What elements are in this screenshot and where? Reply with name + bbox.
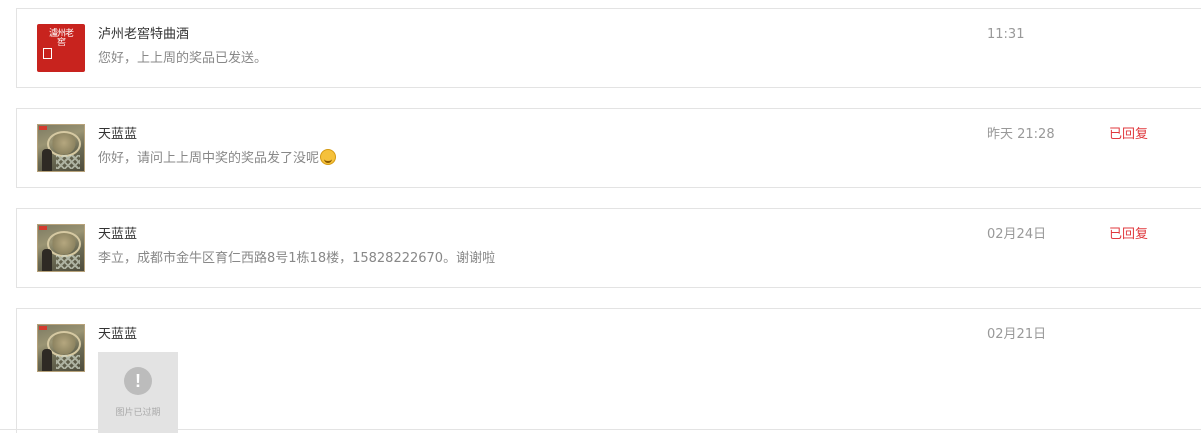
- sender-name[interactable]: 天蓝蓝: [98, 125, 137, 145]
- message-preview-row: 你好，请问上上周中奖的奖品发了没呢: [98, 149, 337, 169]
- brand-seal-icon: [43, 48, 52, 59]
- expired-image-label: 图片已过期: [115, 408, 161, 418]
- avatar-brand-logo[interactable]: 瀘州老窖: [37, 24, 85, 72]
- message-time: 02月24日: [987, 227, 1047, 242]
- conversation-item[interactable]: 天蓝蓝 ! 图片已过期 02月21日: [16, 308, 1201, 433]
- status-replied-badge: 已回复: [1109, 227, 1149, 242]
- message-list: 瀘州老窖 泸州老窖特曲酒 您好，上上周的奖品已发送。 11:31 天蓝蓝 你好，…: [0, 0, 1201, 433]
- message-preview: 李立，成都市金牛区育仁西路8号1栋18楼，15828222670。谢谢啦: [98, 251, 496, 266]
- sender-name[interactable]: 泸州老窖特曲酒: [98, 25, 189, 45]
- conversation-item[interactable]: 瀘州老窖 泸州老窖特曲酒 您好，上上周的奖品已发送。 11:31: [16, 8, 1201, 88]
- avatar-photo-flag: [39, 326, 47, 330]
- expired-image-placeholder[interactable]: ! 图片已过期: [98, 352, 178, 433]
- message-preview: 你好，请问上上周中奖的奖品发了没呢: [98, 151, 320, 166]
- avatar-photo-net: [56, 355, 80, 369]
- status-replied-badge: 已回复: [1109, 127, 1149, 142]
- sender-name[interactable]: 天蓝蓝: [98, 225, 137, 245]
- avatar-photo-person: [42, 249, 52, 271]
- avatar-photo-net: [56, 255, 80, 269]
- avatar-user-photo[interactable]: [37, 324, 85, 372]
- brand-logo-text: 瀘州老窖: [49, 29, 74, 48]
- message-time: 02月21日: [987, 327, 1047, 342]
- list-bottom-divider: [0, 429, 1201, 430]
- avatar-photo-person: [42, 349, 52, 371]
- avatar-photo-hoop: [47, 331, 81, 357]
- avatar-user-photo[interactable]: [37, 124, 85, 172]
- sender-name[interactable]: 天蓝蓝: [98, 325, 137, 345]
- message-preview: 您好，上上周的奖品已发送。: [98, 51, 268, 66]
- conversation-item[interactable]: 天蓝蓝 李立，成都市金牛区育仁西路8号1栋18楼，15828222670。谢谢啦…: [16, 208, 1201, 288]
- conversation-item[interactable]: 天蓝蓝 你好，请问上上周中奖的奖品发了没呢 昨天 21:28 已回复: [16, 108, 1201, 188]
- avatar-photo-net: [56, 155, 80, 169]
- exclamation-icon: !: [124, 367, 152, 395]
- avatar-photo-hoop: [47, 131, 81, 157]
- avatar-user-photo[interactable]: [37, 224, 85, 272]
- avatar-photo-person: [42, 149, 52, 171]
- avatar-photo-flag: [39, 226, 47, 230]
- laughing-face-emoji-icon: [320, 149, 337, 165]
- message-time: 11:31: [987, 27, 1025, 42]
- avatar-photo-flag: [39, 126, 47, 130]
- avatar-photo-hoop: [47, 231, 81, 257]
- message-time: 昨天 21:28: [987, 127, 1055, 142]
